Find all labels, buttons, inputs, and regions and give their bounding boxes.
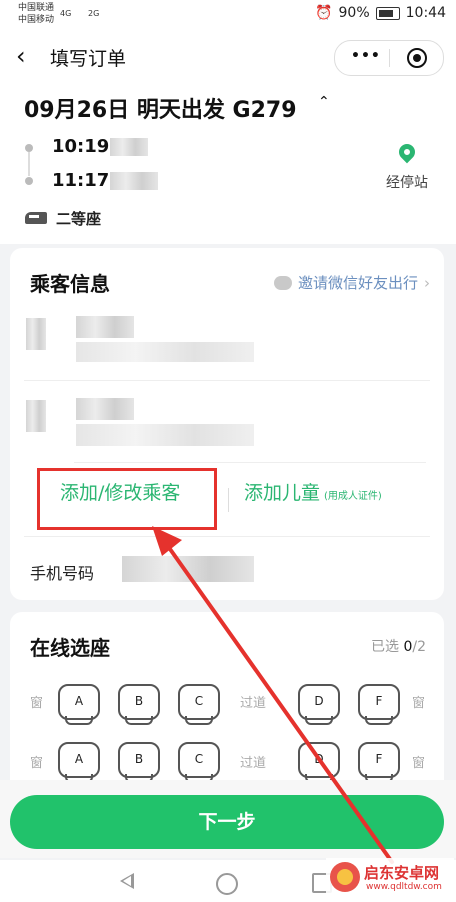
button-divider <box>228 488 229 512</box>
passenger-1-name <box>76 316 134 338</box>
seat-class: 二等座 <box>56 210 102 228</box>
page-title: 填写订单 <box>50 48 127 70</box>
watermark-url: www.qdltdw.com <box>366 882 442 892</box>
more-icon[interactable]: ••• <box>351 48 381 64</box>
add-child-label: 添加儿童 <box>244 482 321 504</box>
aisle-label: 过道 <box>240 696 267 711</box>
location-pin-icon[interactable] <box>395 140 419 164</box>
window-label: 窗 <box>30 756 44 771</box>
clock: 10:44 <box>405 5 446 21</box>
chevron-up-icon[interactable]: ⌃ <box>318 94 330 110</box>
trip-date-line[interactable]: 09月26日 明天出发 G279 <box>24 92 297 124</box>
seat-d-row2[interactable]: D <box>298 742 340 783</box>
passenger-2-id <box>76 424 254 446</box>
divider <box>24 380 430 381</box>
seat-selected-count: 已选 0/2 <box>371 636 426 656</box>
close-target-icon[interactable] <box>407 48 427 68</box>
alarm-icon: ⏰ <box>315 5 333 21</box>
window-label: 窗 <box>30 696 44 711</box>
selected-prefix: 已选 <box>371 639 399 655</box>
chevron-right-icon: › <box>424 273 430 292</box>
title-bar: ‹ 填写订单 ••• <box>0 30 456 84</box>
nav-back-icon[interactable] <box>120 873 134 889</box>
aisle-label: 过道 <box>240 756 267 771</box>
watermark-logo <box>330 862 360 892</box>
selected-total: /2 <box>412 639 426 655</box>
passenger-2-checkbox[interactable] <box>26 400 46 432</box>
annotation-highlight-box <box>37 468 217 530</box>
arrive-station-blurred <box>110 172 158 190</box>
nav-home-icon[interactable] <box>216 873 238 895</box>
carrier-1: 中国联通 <box>18 3 55 13</box>
divider <box>74 462 426 463</box>
phone-label: 手机号码 <box>30 564 95 583</box>
passenger-section-title: 乘客信息 <box>30 272 110 296</box>
seat-d-row1[interactable]: D <box>298 684 340 725</box>
chevron-left-icon[interactable]: ‹ <box>16 44 26 68</box>
window-label: 窗 <box>412 696 426 711</box>
arrive-time: 11:17 <box>52 170 110 191</box>
capsule-divider <box>389 49 390 67</box>
depart-dot <box>25 144 33 152</box>
seat-c-row1[interactable]: C <box>178 684 220 725</box>
divider <box>24 536 430 537</box>
signal-2: 2G <box>88 9 100 18</box>
arrive-dot <box>25 177 33 185</box>
train-icon <box>25 212 47 224</box>
signal-1: 4G <box>60 9 72 18</box>
carrier-2: 中国移动 <box>18 15 55 25</box>
seat-b-row2[interactable]: B <box>118 742 160 783</box>
timeline-line <box>28 152 30 176</box>
watermark-brand: 启东安卓网 <box>364 864 440 882</box>
status-right: ⏰ 90% 10:44 <box>315 5 446 21</box>
add-child-button[interactable]: 添加儿童 (用成人证件) <box>244 478 382 505</box>
add-child-note: (用成人证件) <box>324 491 382 502</box>
status-bar: 中国联通 中国移动 4G 2G ⏰ 90% 10:44 <box>0 0 456 30</box>
passenger-2-name <box>76 398 134 420</box>
seat-f-row2[interactable]: F <box>358 742 400 783</box>
invite-label: 邀请微信好友出行 <box>297 274 418 292</box>
passenger-1-checkbox[interactable] <box>26 318 46 350</box>
depart-time: 10:19 <box>52 136 110 157</box>
trip-info: 09月26日 明天出发 G279 ⌃ 10:19 11:17 经停站 二等座 <box>0 84 456 244</box>
seat-c-row2[interactable]: C <box>178 742 220 783</box>
next-step-button[interactable]: 下一步 <box>10 795 444 849</box>
battery-icon <box>375 6 400 20</box>
passenger-1-id <box>76 342 254 362</box>
seat-f-row1[interactable]: F <box>358 684 400 725</box>
wechat-icon <box>273 275 292 290</box>
seat-a-row2[interactable]: A <box>58 742 100 783</box>
seat-a-row1[interactable]: A <box>58 684 100 725</box>
phone-field-blurred[interactable] <box>122 556 254 582</box>
battery-percent: 90% <box>338 5 370 21</box>
invite-friends-link[interactable]: 邀请微信好友出行 › <box>273 272 430 293</box>
seat-section-title: 在线选座 <box>30 636 110 660</box>
mini-program-capsule: ••• <box>334 40 444 76</box>
seat-b-row1[interactable]: B <box>118 684 160 725</box>
window-label: 窗 <box>412 756 426 771</box>
depart-station-blurred <box>110 138 148 156</box>
stops-label[interactable]: 经停站 <box>386 172 428 192</box>
